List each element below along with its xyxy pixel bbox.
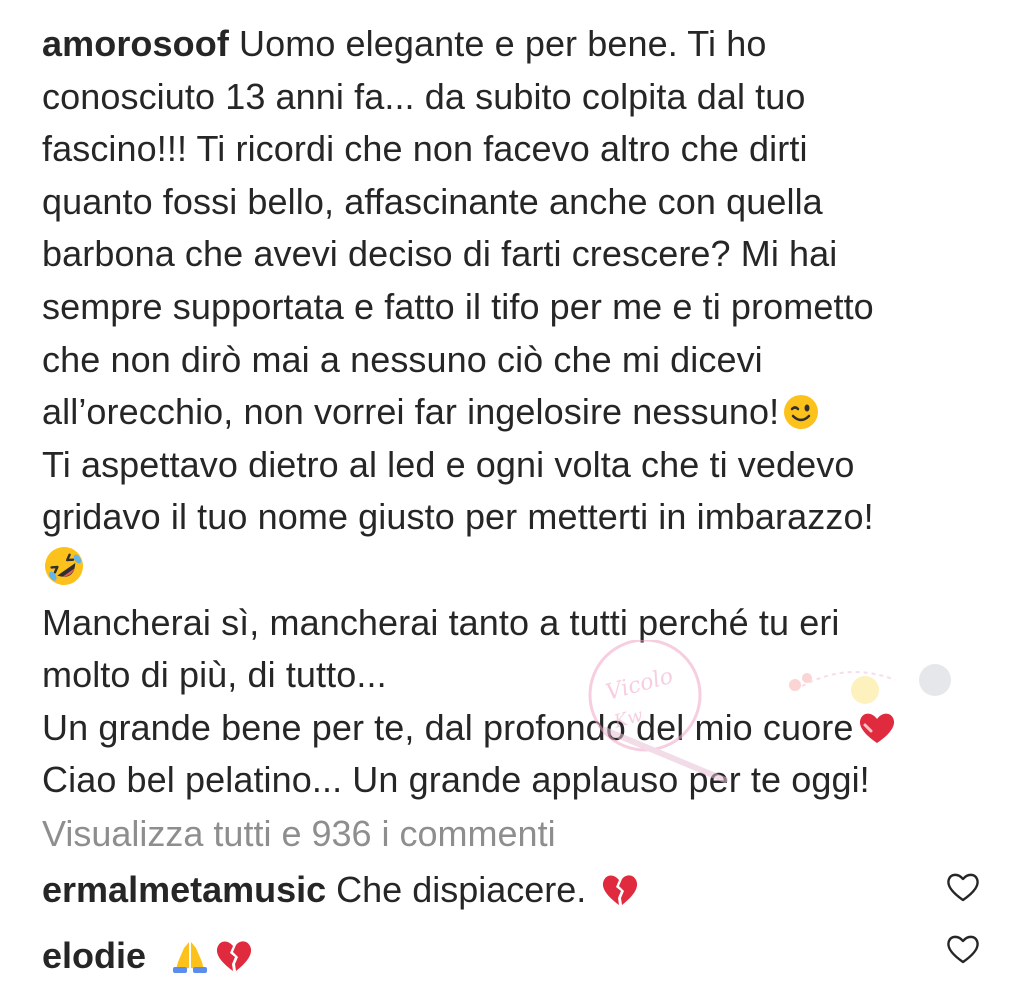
- caption-username[interactable]: amorosoof: [42, 23, 229, 64]
- view-all-comments-link[interactable]: Visualizza tutti e 936 i commenti: [42, 808, 556, 860]
- caption-line-1: amorosoof Uomo elegante e per bene. Ti h…: [42, 18, 992, 71]
- caption-line-13: molto di più, di tutto...: [42, 654, 387, 696]
- caption-line-2: conosciuto 13 anni fa... da subito colpi…: [42, 75, 806, 117]
- caption-line-14-text: Un grande bene per te, dal profondo del …: [42, 706, 854, 748]
- caption-line-5: barbona che avevi deciso di farti cresce…: [42, 233, 838, 275]
- comment-username[interactable]: elodie: [42, 935, 146, 976]
- caption-line-15: Ciao bel pelatino... Un grande applauso …: [42, 759, 870, 801]
- caption-line-11: [42, 544, 992, 597]
- broken-heart-emoji: [214, 938, 254, 974]
- caption-line-12: Mancherai sì, mancherai tanto a tutti pe…: [42, 601, 840, 643]
- comment-item: ermalmetamusic Che dispiacere.: [42, 864, 640, 916]
- caption-line-14: Un grande bene per te, dal profondo del …: [42, 702, 992, 755]
- folded-hands-emoji: [170, 938, 210, 974]
- post-caption: amorosoof Uomo elegante e per bene. Ti h…: [42, 18, 992, 807]
- caption-line-9: Ti aspettavo dietro al led e ogni volta …: [42, 443, 855, 485]
- comment-text: Che dispiacere.: [336, 869, 587, 910]
- caption-line-7: che non dirò mai a nessuno ciò che mi di…: [42, 338, 763, 380]
- caption-line-6: sempre supportata e fatto il tifo per me…: [42, 285, 874, 327]
- like-heart-icon[interactable]: [946, 934, 980, 964]
- comment-item: elodie: [42, 930, 254, 982]
- mending-heart-emoji: [857, 710, 897, 746]
- caption-text: Uomo elegante e per bene. Ti ho: [239, 23, 767, 64]
- caption-line-3: fascino!!! Ti ricordi che non facevo alt…: [42, 128, 808, 170]
- comment-username[interactable]: ermalmetamusic: [42, 869, 326, 910]
- caption-line-10: gridavo il tuo nome giusto per metterti …: [42, 496, 874, 538]
- winking-face-emoji: [783, 394, 819, 430]
- caption-line-8: all’orecchio, non vorrei far ingelosire …: [42, 386, 992, 439]
- caption-line-8-text: all’orecchio, non vorrei far ingelosire …: [42, 391, 780, 433]
- like-heart-icon[interactable]: [946, 872, 980, 902]
- rolling-on-floor-laughing-emoji: [42, 544, 86, 588]
- broken-heart-emoji: [600, 872, 640, 908]
- caption-line-4: quanto fossi bello, affascinante anche c…: [42, 180, 823, 222]
